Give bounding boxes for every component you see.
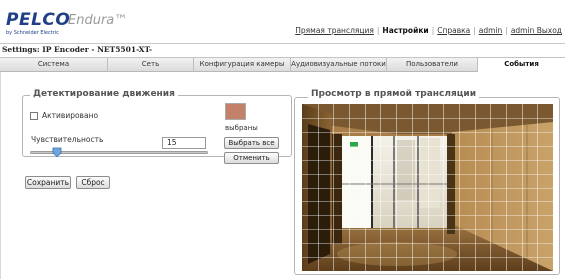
logo-brand: PELCO: [6, 10, 71, 30]
settings-tabs: Система Сеть Конфигурация камеры Аудиови…: [0, 57, 565, 72]
nav-live[interactable]: Прямая трансляция: [292, 26, 377, 35]
settings-title: Settings: IP Encoder - NET5501-XT-: [2, 45, 152, 54]
selection-color-swatch: [225, 103, 246, 120]
tab-events[interactable]: События: [478, 58, 565, 72]
motion-grid-overlay[interactable]: [302, 104, 553, 271]
sensitivity-input[interactable]: 15: [162, 137, 206, 149]
tab-network[interactable]: Сеть: [108, 58, 194, 72]
logo-sub-brand: by Schneider Electric: [6, 30, 59, 36]
save-button[interactable]: Сохранить: [25, 176, 71, 189]
logo-product: Endura™: [68, 13, 128, 28]
nav-help[interactable]: Справка: [434, 26, 473, 35]
tab-users[interactable]: Пользователи: [387, 58, 478, 72]
top-nav: Прямая трансляция | Настройки | Справка | admi…: [292, 26, 565, 36]
nav-settings[interactable]: Настройки: [379, 26, 431, 35]
tab-av-streams[interactable]: Аудиовизуальные потоки: [291, 58, 387, 72]
select-all-button[interactable]: Выбрать все: [224, 137, 279, 149]
selected-label: выбраны: [225, 124, 258, 132]
reset-button[interactable]: Сброс: [76, 176, 110, 189]
enabled-checkbox[interactable]: [30, 111, 38, 120]
sensitivity-slider-thumb[interactable]: [52, 147, 62, 157]
cancel-selection-button[interactable]: Отменить: [224, 152, 279, 164]
live-video-feed[interactable]: [302, 104, 553, 271]
enabled-label: Активировано: [42, 111, 99, 120]
nav-logout[interactable]: admin Выход: [508, 26, 565, 35]
header-divider: [0, 43, 565, 44]
motion-detection-title: Детектирование движения: [30, 89, 178, 99]
live-view-title: Просмотр в прямой трансляции: [308, 89, 480, 99]
sensitivity-label: Чувствительность: [31, 135, 104, 144]
header: PELCO Endura™ by Schneider Electric Прям…: [0, 0, 565, 44]
nav-user[interactable]: admin: [476, 26, 506, 35]
enabled-row: Активировано: [30, 111, 98, 120]
pelco-logo: PELCO Endura™ by Schneider Electric: [6, 10, 127, 36]
tab-system[interactable]: Система: [0, 58, 108, 72]
tab-camera-config[interactable]: Конфигурация камеры: [194, 58, 291, 72]
